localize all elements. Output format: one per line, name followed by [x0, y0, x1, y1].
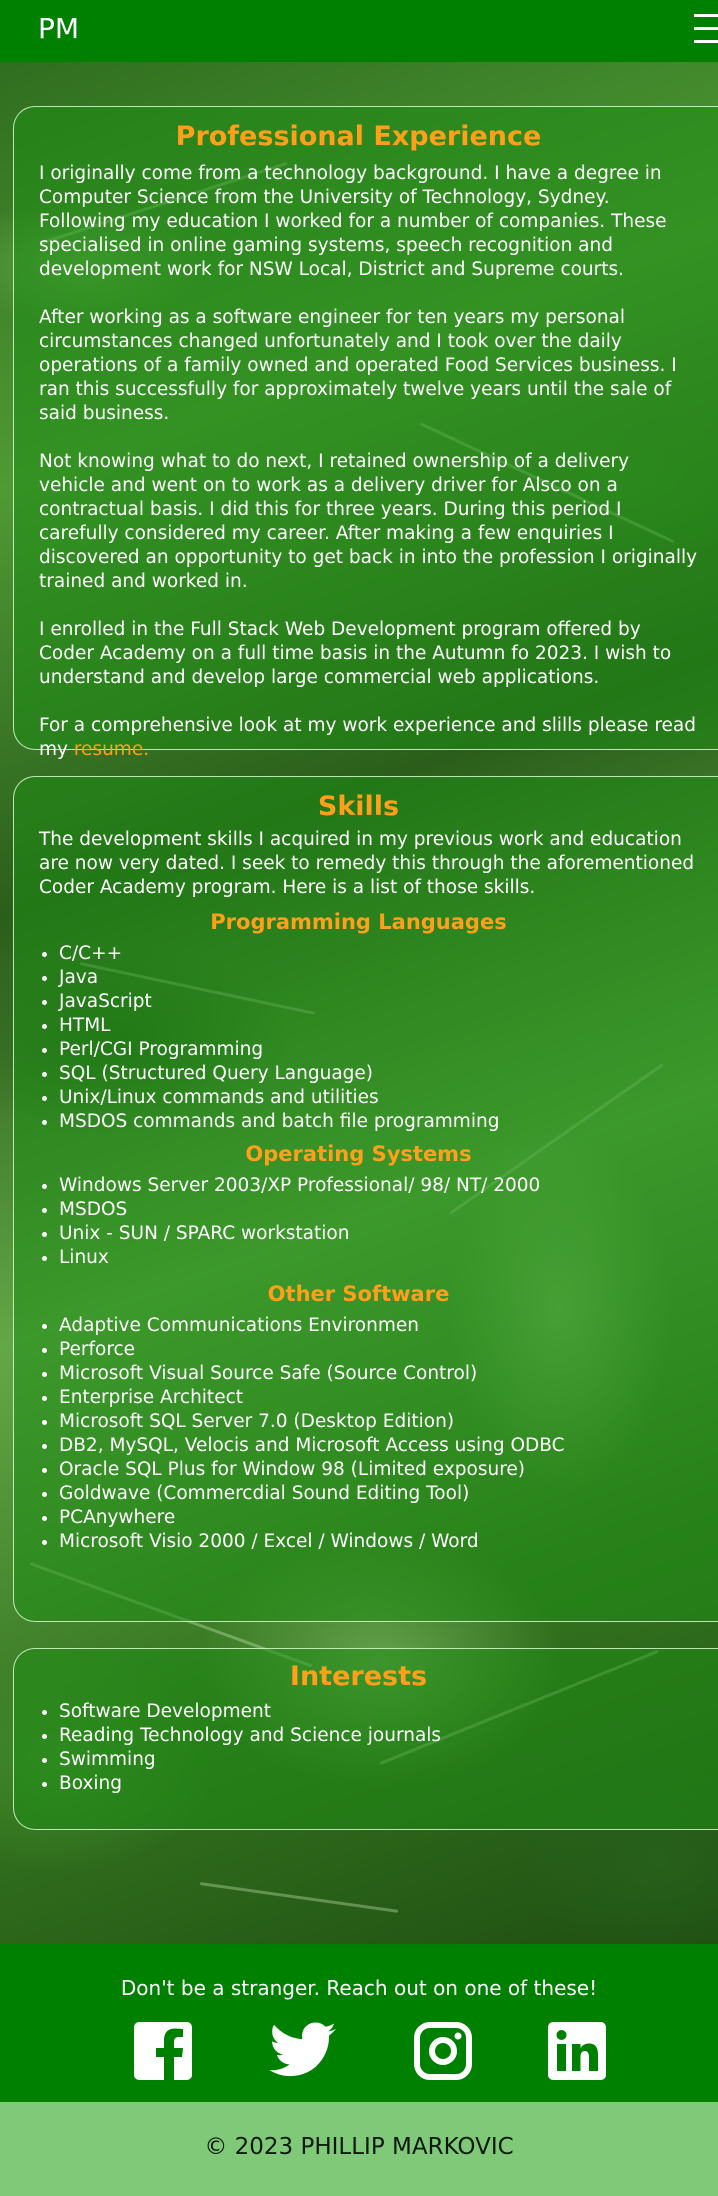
list-item: DB2, MySQL, Velocis and Microsoft Access…: [59, 1434, 698, 1458]
list-item: Adaptive Communications Environmen: [59, 1314, 698, 1338]
skills-title: Skills: [317, 791, 400, 822]
site-header: PM: [0, 0, 718, 62]
list-item: JavaScript: [59, 990, 698, 1014]
other-software-list: Adaptive Communications Environmen Perfo…: [39, 1314, 698, 1554]
copyright-text: © 2023 PHILLIP MARKOVIC: [204, 2134, 514, 2160]
other-software-title: Other Software: [267, 1282, 450, 1306]
list-item: Linux: [59, 1246, 698, 1270]
list-item: HTML: [59, 1014, 698, 1038]
programming-languages-list: C/C++ Java JavaScript HTML Perl/CGI Prog…: [39, 942, 698, 1134]
contact-text: Don't be a stranger. Reach out on one of…: [120, 1976, 598, 2000]
list-item: SQL (Structured Query Language): [59, 1062, 698, 1086]
list-item: PCAnywhere: [59, 1506, 698, 1530]
list-item: Unix - SUN / SPARC workstation: [59, 1222, 698, 1246]
interests-title: Interests: [289, 1661, 428, 1692]
experience-paragraph-3: Not knowing what to do next, I retained …: [39, 451, 698, 592]
list-item: Software Development: [59, 1700, 698, 1724]
list-item: Enterprise Architect: [59, 1386, 698, 1410]
experience-paragraph-2: After working as a software engineer for…: [39, 307, 677, 424]
contact-footer: Don't be a stranger. Reach out on one of…: [0, 1944, 718, 2102]
site-logo[interactable]: PM: [38, 12, 79, 45]
list-item: Reading Technology and Science journals: [59, 1724, 698, 1748]
list-item: C/C++: [59, 942, 698, 966]
experience-card: Professional Experience I originally com…: [13, 106, 718, 760]
list-item: Microsoft Visual Source Safe (Source Con…: [59, 1362, 698, 1386]
list-item: Perforce: [59, 1338, 698, 1362]
hamburger-menu-icon[interactable]: [694, 14, 718, 53]
experience-title: Professional Experience: [175, 121, 542, 152]
linkedin-icon[interactable]: [548, 2022, 606, 2080]
interests-card: Interests Software Development Reading T…: [13, 1648, 718, 1830]
skills-intro: The development skills I acquired in my …: [39, 829, 695, 898]
resume-paragraph: For a comprehensive look at my work expe…: [39, 714, 698, 762]
instagram-icon[interactable]: [414, 2022, 472, 2080]
skills-card: Skills The development skills I acquired…: [13, 776, 718, 1622]
list-item: MSDOS: [59, 1198, 698, 1222]
resume-link[interactable]: resume.: [74, 739, 149, 760]
list-item: Microsoft Visio 2000 / Excel / Windows /…: [59, 1530, 698, 1554]
list-item: Swimming: [59, 1748, 698, 1772]
twitter-icon[interactable]: [268, 2022, 338, 2080]
copyright-bar: © 2023 PHILLIP MARKOVIC: [0, 2102, 718, 2196]
list-item: Oracle SQL Plus for Window 98 (Limited e…: [59, 1458, 698, 1482]
list-item: Perl/CGI Programming: [59, 1038, 698, 1062]
interests-list: Software Development Reading Technology …: [39, 1700, 698, 1796]
list-item: Microsoft SQL Server 7.0 (Desktop Editio…: [59, 1410, 698, 1434]
programming-languages-title: Programming Languages: [210, 910, 507, 934]
experience-paragraph-1: I originally come from a technology back…: [39, 163, 667, 280]
list-item: Boxing: [59, 1772, 698, 1796]
list-item: Goldwave (Commercdial Sound Editing Tool…: [59, 1482, 698, 1506]
list-item: Windows Server 2003/XP Professional/ 98/…: [59, 1174, 698, 1198]
list-item: MSDOS commands and batch file programmin…: [59, 1110, 698, 1134]
list-item: Unix/Linux commands and utilities: [59, 1086, 698, 1110]
operating-systems-list: Windows Server 2003/XP Professional/ 98/…: [39, 1174, 698, 1270]
list-item: Java: [59, 966, 698, 990]
experience-paragraph-4: I enrolled in the Full Stack Web Develop…: [39, 619, 672, 688]
operating-systems-title: Operating Systems: [245, 1142, 472, 1166]
facebook-icon[interactable]: [134, 2022, 192, 2080]
